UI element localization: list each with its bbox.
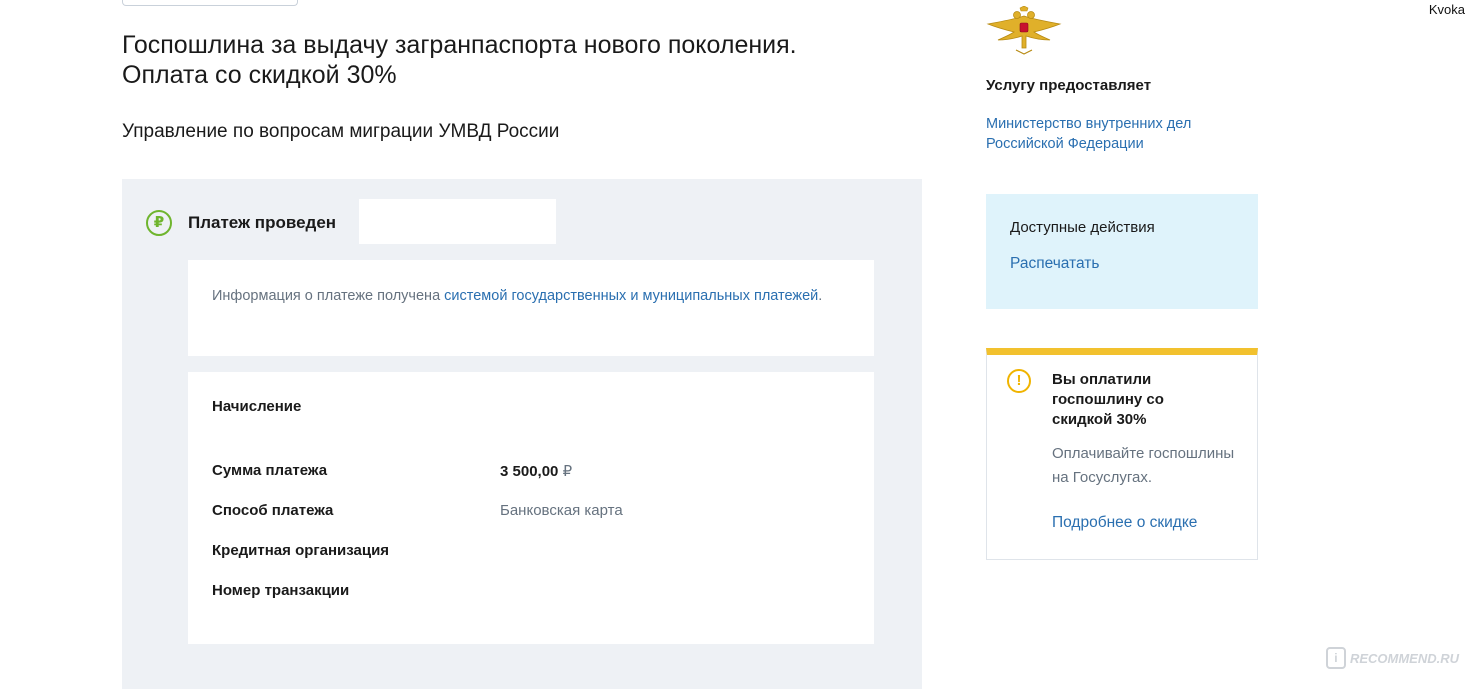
method-value: Банковская карта [500, 502, 623, 519]
transaction-label: Номер транзакции [212, 582, 350, 599]
department-name: Управление по вопросам миграции УМВД Рос… [122, 121, 560, 142]
amount-label: Сумма платежа [212, 462, 328, 479]
payment-info-text: Информация о платеже получена системой г… [212, 284, 832, 308]
username[interactable]: Kvoka [1429, 2, 1465, 17]
accrual-heading: Начисление [212, 398, 302, 415]
payment-panel: ₽ Платеж проведен Информация о платеже п… [122, 179, 922, 689]
status-blank-area [359, 199, 556, 244]
ruble-icon: ₽ [146, 210, 172, 236]
currency-sign: ₽ [562, 463, 573, 480]
page-title: Госпошлина за выдачу загранпаспорта ново… [122, 31, 797, 89]
discount-details-link[interactable]: Подробнее о скидке [1052, 514, 1197, 532]
info-end: . [818, 288, 823, 304]
gis-gmp-link[interactable]: системой государственных и муниципальных… [444, 288, 818, 304]
method-label: Способ платежа [212, 502, 334, 519]
provider-heading: Услугу предоставляет [986, 77, 1152, 94]
print-link[interactable]: Распечатать [1010, 255, 1099, 273]
top-button-edge[interactable] [122, 0, 298, 6]
info-text: Информация о платеже получена [212, 288, 445, 304]
available-actions-box: Доступные действия Распечатать [986, 194, 1258, 309]
accrual-details-card: Начисление Сумма платежа 3 500,00 ₽ Спос… [188, 372, 874, 644]
double-headed-eagle-emblem [986, 6, 1062, 55]
amount-value: 3 500,00 ₽ [500, 462, 572, 480]
watermark-text: RECOMMEND.RU [1349, 650, 1459, 666]
payment-info-card: Информация о платеже получена системой г… [188, 260, 874, 356]
notice-text: Оплачивайте госпошлины на Госуслугах. [1052, 445, 1235, 486]
notice-title: Вы оплатили госпошлину со скидкой 30% [1052, 371, 1164, 428]
amount-number: 3 500,00 [500, 463, 559, 480]
watermark-badge-icon: i [1325, 647, 1346, 669]
warning-icon: ! [1007, 369, 1031, 393]
payment-status: Платеж проведен [188, 213, 337, 232]
bank-label: Кредитная организация [212, 542, 390, 559]
recommend-watermark: i RECOMMEND.RU [1325, 647, 1459, 669]
actions-title: Доступные действия [1010, 219, 1155, 236]
discount-notice: ! Вы оплатили госпошлину со скидкой 30% … [986, 348, 1258, 560]
provider-link[interactable]: Министерство внутренних дел Российской Ф… [986, 114, 1226, 154]
